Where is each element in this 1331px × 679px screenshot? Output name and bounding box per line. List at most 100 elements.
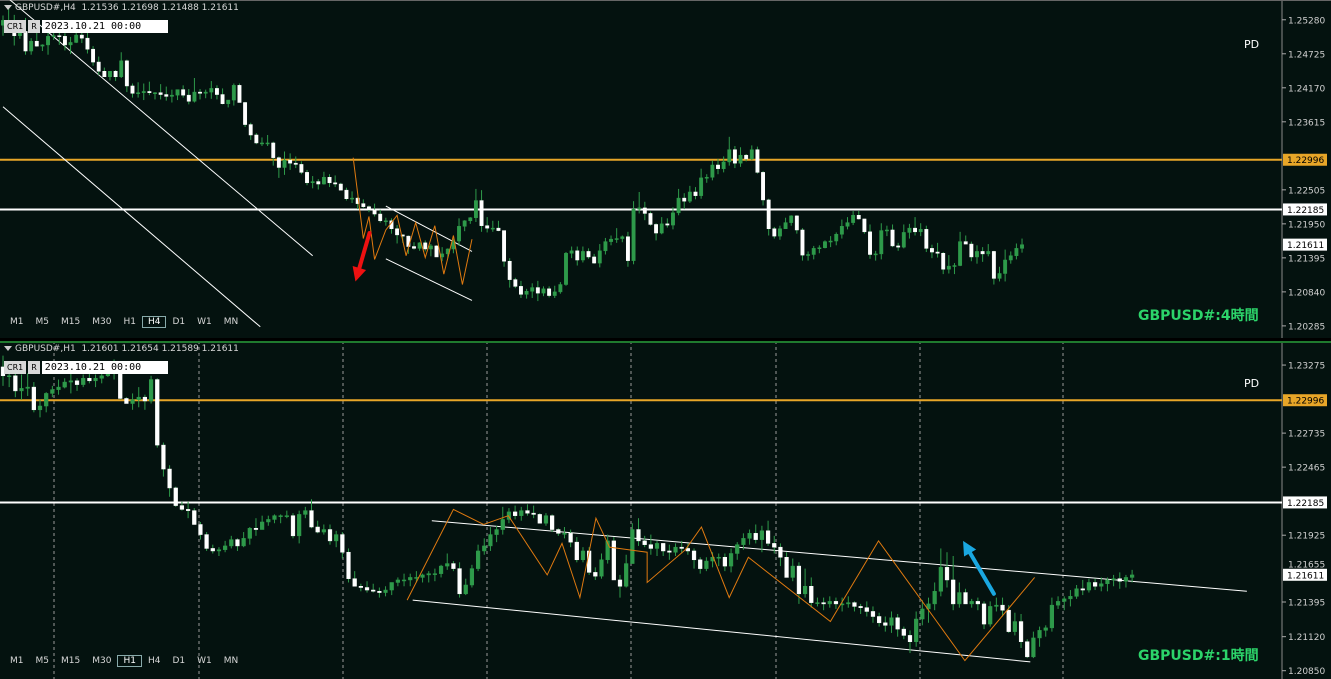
collapse-triangle-icon[interactable] <box>4 5 12 10</box>
y-tick-label: 1.24170 <box>1288 84 1325 94</box>
bear-candle <box>124 60 129 87</box>
bear-candle <box>361 203 366 207</box>
bear-candle <box>181 89 186 96</box>
bear-candle <box>235 539 240 547</box>
bear-candle <box>327 177 332 184</box>
bear-candle <box>924 229 929 249</box>
bull-candle <box>226 99 231 104</box>
bull-candle <box>438 565 444 574</box>
chart-panel-h4[interactable]: 1.25280 1.24725 1.24170 1.23615 1.22505 1.219… <box>0 0 1331 338</box>
bear-candle <box>642 207 647 214</box>
bull-candle <box>223 545 228 550</box>
bear-candle <box>913 227 917 233</box>
bear-candle <box>693 191 698 196</box>
r-button[interactable]: R <box>28 20 40 33</box>
chart-canvas-h4[interactable]: 1.25280 1.24725 1.24170 1.23615 1.22505 1.219… <box>0 0 1331 338</box>
bull-candle <box>914 618 919 642</box>
bull-candle <box>1062 598 1067 602</box>
timeframe-w1[interactable]: W1 <box>191 316 218 328</box>
timeframe-h4[interactable]: H4 <box>141 316 167 328</box>
bear-candle <box>130 85 135 94</box>
cr-button[interactable]: CR1 <box>4 20 27 33</box>
timeframe-m15[interactable]: M15 <box>55 655 86 667</box>
chart-panel-h1[interactable]: 1.23275 1.22735 1.22465 1.21925 1.21395 1.211… <box>0 341 1331 679</box>
bear-candle <box>654 224 659 234</box>
bear-candle <box>636 529 641 542</box>
bull-candle <box>229 539 234 547</box>
bull-candle <box>654 543 660 549</box>
timeframe-mn[interactable]: MN <box>218 316 245 328</box>
bear-candle <box>167 468 172 489</box>
bull-candle <box>260 521 265 530</box>
bear-candle <box>963 241 968 245</box>
ohlc-values: 1.21536 1.21698 1.21488 1.21611 <box>81 3 239 13</box>
timeframe-d1[interactable]: D1 <box>166 316 191 328</box>
bear-candle <box>895 617 900 630</box>
timeframe-d1[interactable]: D1 <box>166 655 191 667</box>
timeframe-w1[interactable]: W1 <box>191 655 218 667</box>
bull-candle <box>136 396 141 400</box>
bear-candle <box>963 592 968 605</box>
bear-candle <box>327 529 333 542</box>
bear-candle <box>344 189 349 199</box>
cr-button[interactable]: CR1 <box>4 361 27 374</box>
chart-canvas-h1[interactable]: 1.23275 1.22735 1.22465 1.21925 1.21395 1.211… <box>0 341 1331 679</box>
bull-candle <box>216 549 222 552</box>
bear-candle <box>550 515 555 530</box>
bull-candle <box>136 92 141 94</box>
bull-candle <box>631 208 636 261</box>
bull-candle <box>29 40 34 52</box>
direction-arrow-shaft <box>357 231 372 271</box>
timeframe-m5[interactable]: M5 <box>30 316 56 328</box>
r-button[interactable]: R <box>28 361 40 374</box>
bear-candle <box>862 218 867 233</box>
bear-candle <box>243 102 248 125</box>
collapse-triangle-icon[interactable] <box>4 346 12 351</box>
bull-candle <box>282 159 287 168</box>
bull-candle <box>946 265 951 270</box>
bull-candle <box>918 229 923 233</box>
bear-candle <box>525 510 530 514</box>
bull-candle <box>408 577 413 581</box>
bear-candle <box>625 236 630 261</box>
bull-candle <box>975 251 979 258</box>
timeframe-m30[interactable]: M30 <box>86 316 117 328</box>
bear-candle <box>1025 641 1030 658</box>
bear-candle <box>364 587 370 591</box>
bear-candle <box>210 548 215 552</box>
datetime-field[interactable]: 2023.10.21 00:00 <box>41 20 168 33</box>
bear-candle <box>556 529 561 534</box>
bull-candle <box>1068 596 1073 600</box>
bull-candle <box>562 533 567 535</box>
bear-candle <box>864 607 869 612</box>
bear-candle <box>617 579 623 587</box>
timeframe-m5[interactable]: M5 <box>30 655 56 667</box>
bear-candle <box>485 225 490 229</box>
datetime-field[interactable]: 2023.10.21 00:00 <box>41 361 168 374</box>
timeframe-m30[interactable]: M30 <box>86 655 117 667</box>
bull-candle <box>395 579 400 583</box>
bear-candle <box>352 578 357 587</box>
timeframe-h4[interactable]: H4 <box>142 655 167 667</box>
bear-candle <box>944 567 950 581</box>
bull-candle <box>988 606 993 625</box>
bear-candle <box>293 162 298 165</box>
timeframe-mn[interactable]: MN <box>218 655 245 667</box>
timeframe-m15[interactable]: M15 <box>55 316 86 328</box>
bull-candle <box>721 161 726 169</box>
timeframe-m1[interactable]: M1 <box>4 655 30 667</box>
bull-candle <box>401 579 407 582</box>
bull-candle <box>846 602 851 605</box>
y-tick-label: 1.21395 <box>1288 599 1325 609</box>
timeframe-h1[interactable]: H1 <box>117 655 142 667</box>
bear-candle <box>340 534 345 553</box>
bull-candle <box>580 251 585 261</box>
bull-candle <box>468 217 473 222</box>
timeframe-m1[interactable]: M1 <box>4 316 30 328</box>
bull-candle <box>676 197 681 214</box>
bull-candle <box>266 519 271 523</box>
timeframe-h1[interactable]: H1 <box>117 316 142 328</box>
bear-candle <box>192 510 197 525</box>
bear-candle <box>412 246 416 249</box>
bear-candle <box>753 533 758 540</box>
